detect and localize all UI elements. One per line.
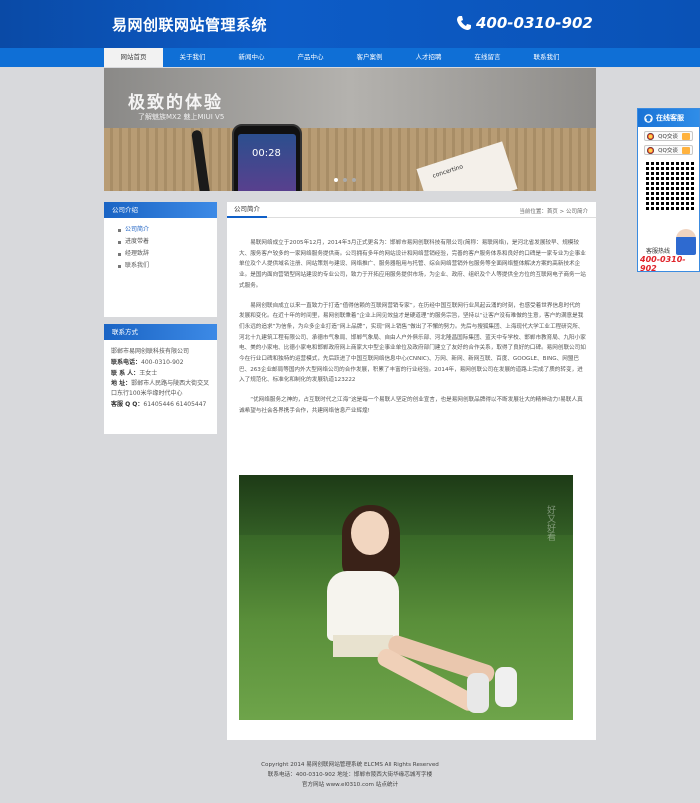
article-paragraph: 易网创联自成立以来一直致力于打造“值得信赖的互联网营销专家”，在历经中国互联网行… [239,302,586,384]
chat-icon [681,146,690,154]
contact-qq: 61405446 61405447 [143,401,207,408]
banner-pen [191,129,211,191]
banner-card [416,141,518,191]
bullet-icon [118,240,121,244]
chat-icon [681,132,690,140]
header-phone: 400-0310-902 [456,14,593,32]
sidebar-contact-box: 联系方式 邯郸市易网创联科技有限公司 联系电话：400-0310-902 联 系… [104,324,217,434]
footer-site[interactable]: 官方网站 www.el0310.com 站点统计 [0,780,700,790]
qq-chat-label: QQ交谈 [658,134,678,140]
header: 易网创联网站管理系统 400-0310-902 [0,0,700,48]
main-header: 公司简介 当前位置：首页 > 公司简介 [227,202,596,218]
photo-watermark: 好又好看 [545,505,555,541]
photo-shoe [495,667,517,707]
sidebar-item-progress[interactable]: 进度带着 [118,236,217,248]
online-service-header: 在线客服 [638,109,699,127]
qq-icon [647,146,654,154]
hotline-label: 客服热线 [646,248,671,255]
service-agent-icon [676,229,696,255]
sidebar-item-manager[interactable]: 经理致辞 [118,248,217,260]
bullet-icon [118,228,121,232]
nav-item-guestbook[interactable]: 在线留言 [458,48,517,67]
contact-qq-row: 客服 Q Q：61405446 61405447 [111,399,210,410]
contact-phone-label: 联系电话： [111,359,142,366]
contact-person-label: 联 系 人： [111,370,140,377]
online-service-panel: 在线客服 QQ交谈 QQ交谈 客服热线 400-0310-902 [637,108,700,273]
sidebar-item-label: 联系我们 [125,262,150,269]
contact-qq-label: 客服 Q Q： [111,401,144,408]
footer: Copyright 2014 易网创联网站管理系统 ELCMS All Righ… [0,760,700,790]
banner-slogan: 极致的体验 [128,93,223,113]
contact-info: 邯郸市易网创联科技有限公司 联系电话：400-0310-902 联 系 人：王女… [104,340,217,416]
photo-face [351,511,389,555]
sidebar-contact-title: 联系方式 [104,324,217,340]
qr-code-icon [643,160,694,210]
contact-company: 邯郸市易网创联科技有限公司 [111,348,190,355]
nav-item-cases[interactable]: 客户案例 [340,48,399,67]
sidebar-intro-box: 公司介绍 公司简介 进度带着 经理致辞 联系我们 [104,202,217,317]
sidebar-intro-list: 公司简介 进度带着 经理致辞 联系我们 [104,218,217,276]
footer-copyright: Copyright 2014 易网创联网站管理系统 ELCMS All Righ… [261,762,439,768]
banner-phone-screen [238,134,296,191]
contact-address-label: 地 址： [111,380,132,387]
banner-layer: 00:28 concertino 极致的体验 了解魅族MX2 魅上MIUI V5 [104,68,596,191]
nav-item-news[interactable]: 新闻中心 [222,48,281,67]
banner-dot[interactable] [352,178,356,182]
article-paragraph: 易联网络成立于2005年12月，2014年3月正式更名为：邯郸市易网创联科技有限… [239,240,586,289]
bullet-icon [118,264,121,268]
qq-chat-label: QQ交谈 [658,148,678,154]
sidebar-item-profile[interactable]: 公司简介 [118,224,217,236]
contact-phone-row: 联系电话：400-0310-902 [111,357,210,368]
site-title[interactable]: 易网创联网站管理系统 [112,14,267,35]
contact-person-row: 联 系 人：王女士 [111,368,210,379]
nav-item-jobs[interactable]: 人才招聘 [399,48,458,67]
article-body: 易联网络成立于2005年12月，2014年3月正式更名为：邯郸市易网创联科技有限… [227,218,596,417]
sidebar-item-label: 经理致辞 [125,250,150,257]
qq-chat-button[interactable]: QQ交谈 [644,145,693,155]
photo-trees [239,475,573,535]
online-service-title: 在线客服 [656,114,684,122]
qq-icon [647,132,654,140]
footer-contact: 联系电话：400-0310-902 地址：邯郸市陵西大街华缘芯城写字楼 [267,772,433,778]
main-nav: 网站首页 关于我们 新闻中心 产品中心 客户案例 人才招聘 在线留言 联系我们 [0,48,700,67]
article-paragraph: “优网络服务之神的，占互联时代之江海”这是每一个易联人坚定的创业宣言，也是易网创… [239,397,583,414]
hotline-number: 400-0310-902 [640,255,686,273]
banner-dots [334,178,356,182]
breadcrumb: 当前位置：首页 > 公司简介 [519,209,588,215]
nav-item-products[interactable]: 产品中心 [281,48,340,67]
banner-dot[interactable] [334,178,338,182]
nav-item-contact[interactable]: 联系我们 [517,48,576,67]
photo-shoe [467,673,489,713]
photo-body [327,571,399,641]
headset-icon [644,113,653,123]
nav-item-about[interactable]: 关于我们 [163,48,222,67]
banner-dot[interactable] [343,178,347,182]
sidebar-item-contact[interactable]: 联系我们 [118,260,217,272]
page-title: 公司简介 [227,202,267,218]
contact-phone: 400-0310-902 [141,359,184,366]
contact-person: 王女士 [139,370,158,377]
banner-clock: 00:28 [252,148,281,159]
contact-address-row: 地 址：邯郸市人民路与陵西大街交叉口东行100米华缘时代中心 [111,379,210,399]
bullet-icon [118,252,121,256]
banner-subtitle: 了解魅族MX2 魅上MIUI V5 [138,113,225,121]
nav-item-home[interactable]: 网站首页 [104,48,163,67]
sidebar-item-label: 进度带着 [125,238,150,245]
sidebar-item-label: 公司简介 [125,226,150,233]
article-photo: 好又好看 [239,475,573,720]
sidebar-intro-title: 公司介绍 [104,202,217,218]
phone-icon [457,16,471,30]
qq-chat-button[interactable]: QQ交谈 [644,131,693,141]
header-phone-number: 400-0310-902 [476,14,593,32]
